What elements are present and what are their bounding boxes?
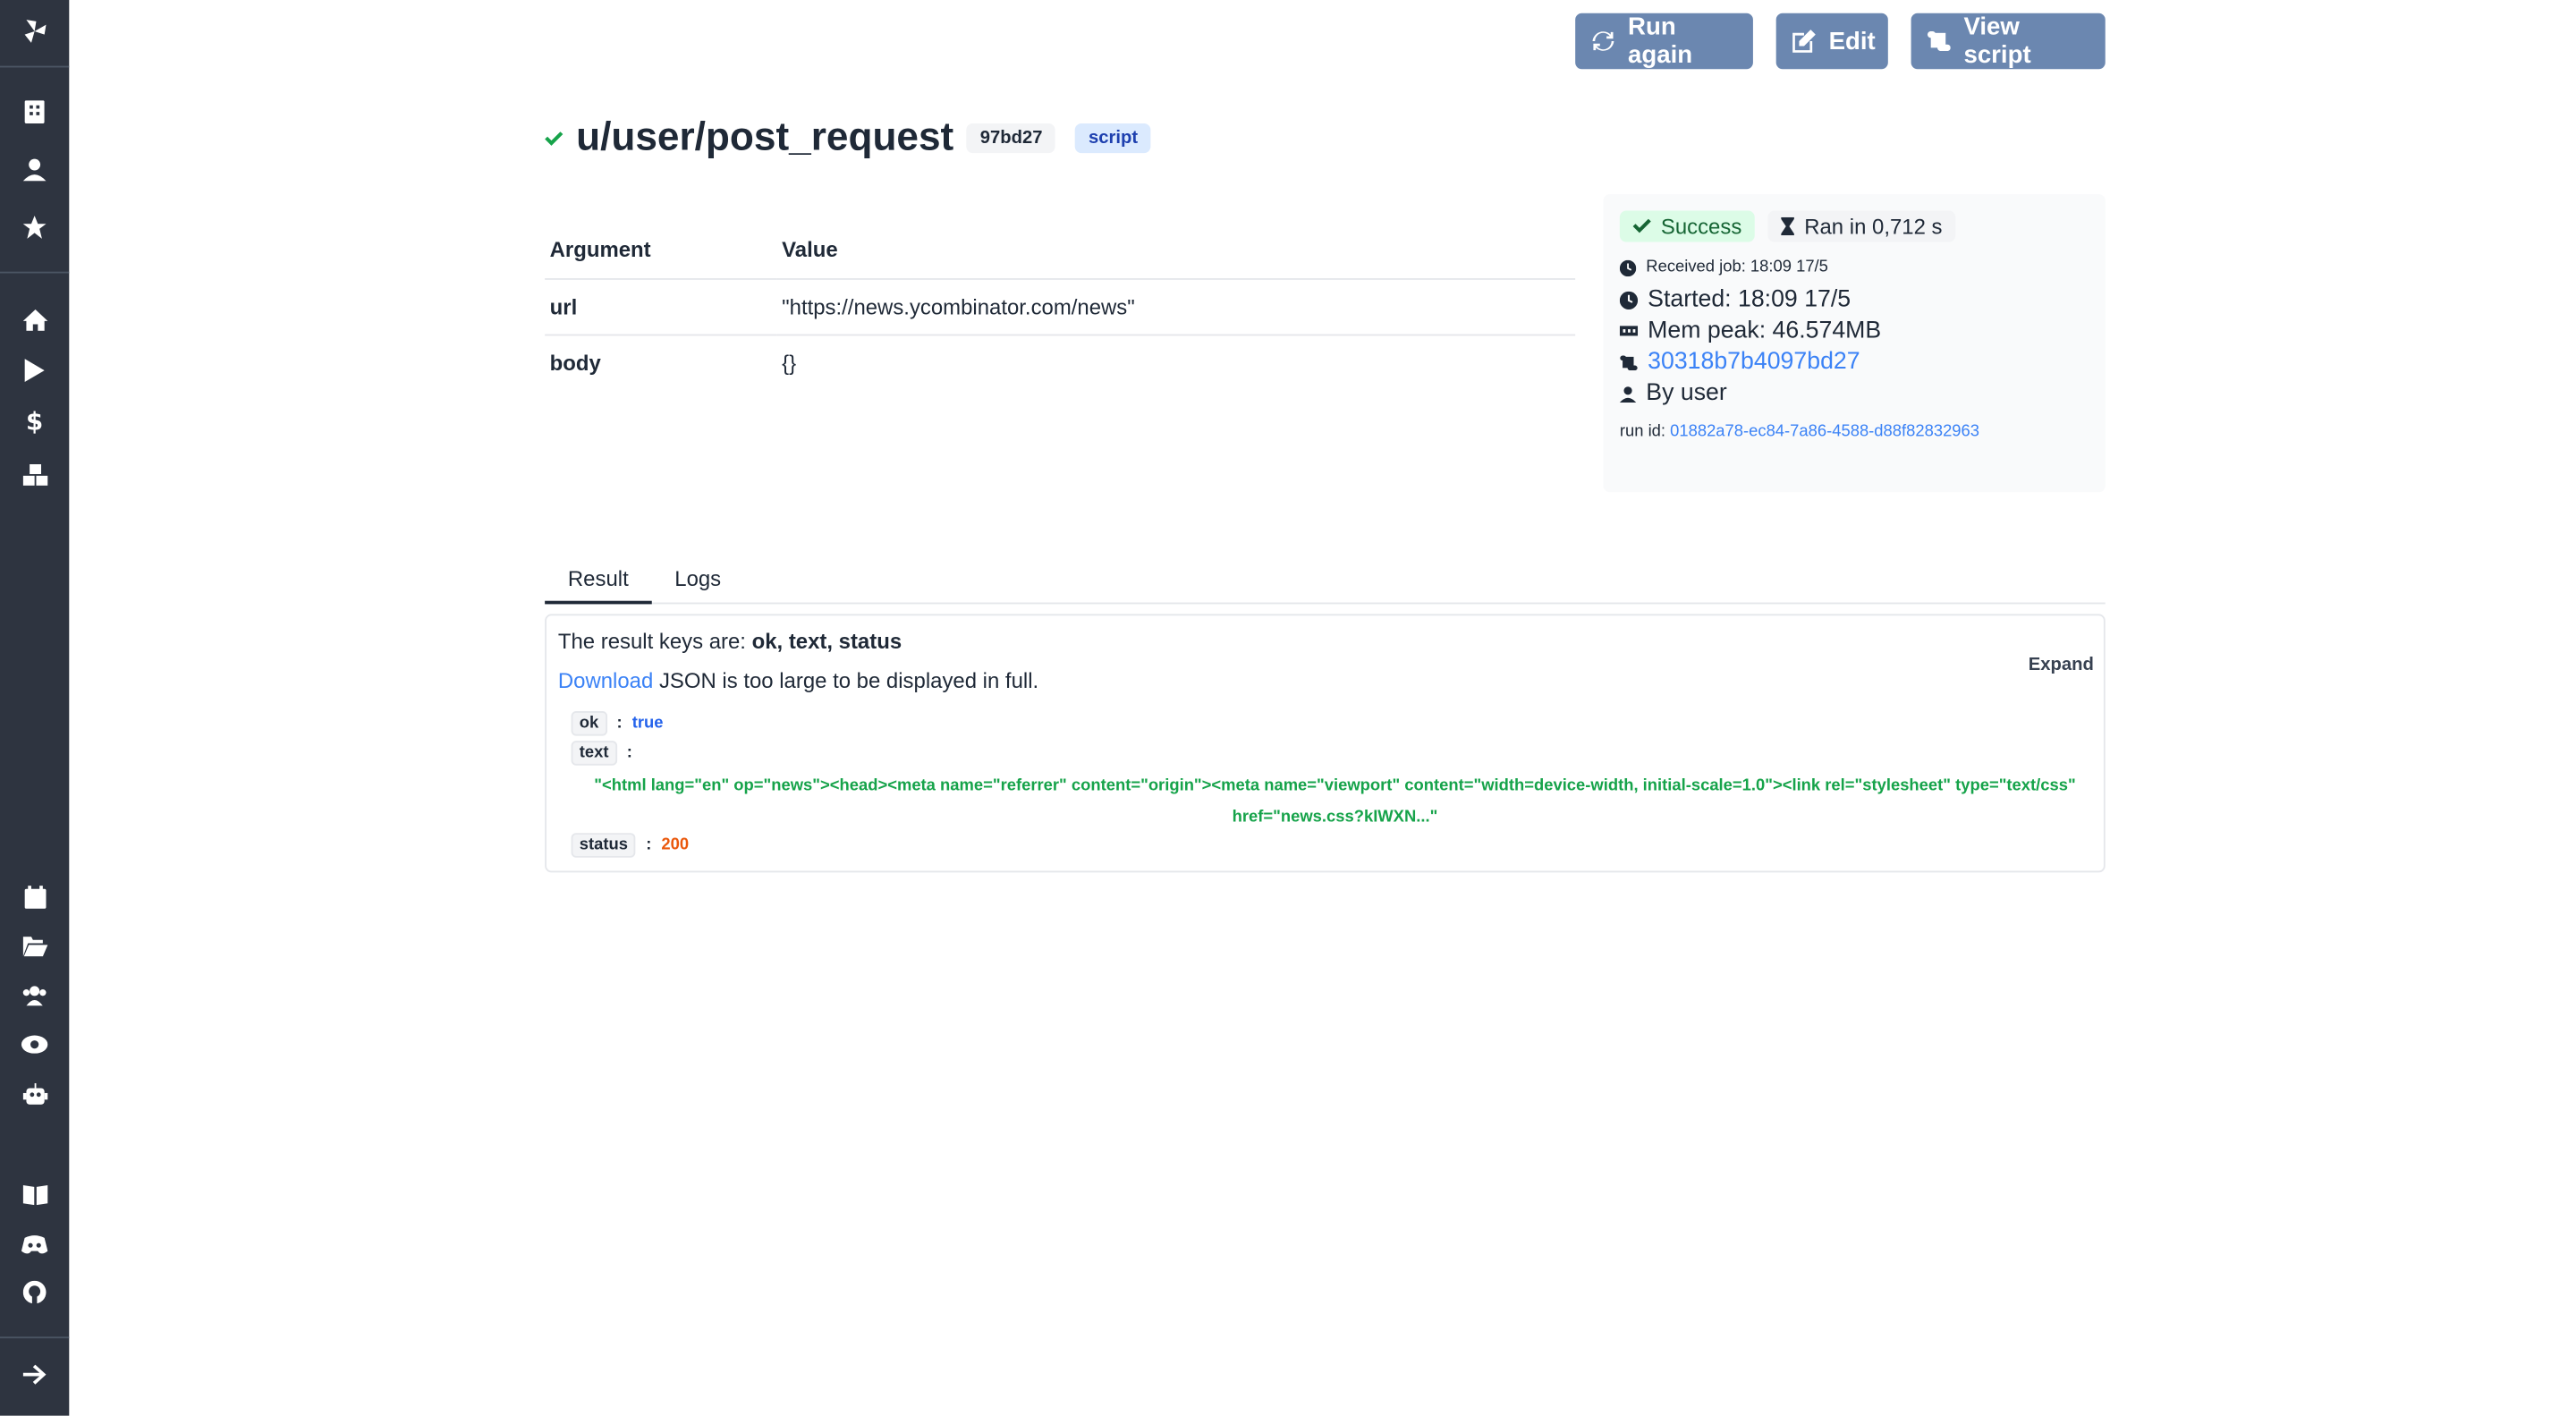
expand-button[interactable]: Expand	[2029, 655, 2094, 674]
job-path: u/user/post_request	[576, 114, 954, 160]
value-column-header: Value	[776, 226, 1576, 280]
windmill-logo-icon[interactable]	[18, 15, 51, 48]
by-text: By user	[1646, 380, 1727, 407]
run-again-label: Run again	[1628, 13, 1693, 70]
refresh-icon	[1592, 30, 1615, 53]
result-tabs: Result Logs	[545, 560, 2106, 605]
user-icon	[1619, 385, 1637, 403]
robot-icon[interactable]	[18, 1077, 51, 1110]
argument-column-header: Argument	[545, 226, 777, 280]
arg-name: url	[545, 278, 777, 336]
view-script-button[interactable]: View script	[1911, 13, 2106, 70]
json-key[interactable]: ok	[571, 711, 607, 736]
user-icon[interactable]	[18, 153, 51, 186]
duration-text: Ran in 0,712 s	[1804, 214, 1943, 239]
json-line-ok: ok : true	[571, 711, 664, 736]
hourglass-icon	[1781, 216, 1795, 236]
cubes-icon[interactable]	[18, 458, 51, 491]
expand-sidebar-arrow-icon[interactable]	[18, 1358, 51, 1391]
edit-label: Edit	[1828, 27, 1876, 55]
table-row: url "https://news.ycombinator.com/news"	[545, 278, 1576, 336]
too-large-text: JSON is too large to be displayed in ful…	[658, 668, 1039, 693]
tab-logs[interactable]: Logs	[652, 560, 744, 601]
job-kind-badge: script	[1075, 123, 1151, 154]
json-colon: :	[616, 714, 623, 733]
json-line-status: status : 200	[571, 833, 690, 858]
edit-icon	[1792, 30, 1816, 53]
json-value-bool: true	[631, 714, 664, 733]
json-value-number: 200	[661, 835, 690, 855]
clock-icon	[1619, 290, 1639, 309]
mem-row: Mem peak: 46.574MB	[1619, 318, 2089, 344]
book-icon[interactable]	[18, 1179, 51, 1212]
clock-icon	[1619, 259, 1637, 276]
job-info-panel: Success Ran in 0,712 s Received job: 18:…	[1603, 194, 2106, 493]
started-row: Started: 18:09 17/5	[1619, 286, 2089, 313]
json-colon: :	[626, 743, 632, 763]
result-keys-list: ok, text, status	[751, 628, 902, 654]
download-line: Download JSON is too large to be display…	[558, 668, 1038, 693]
run-id-link[interactable]: 01882a78-ec84-7a86-4588-d88f82832963	[1670, 423, 1979, 441]
folder-open-icon[interactable]	[18, 930, 51, 963]
table-row: body {}	[545, 335, 1575, 391]
job-hash-badge: 97bd27	[967, 123, 1056, 154]
duration-badge: Ran in 0,712 s	[1767, 210, 1956, 242]
received-row: Received job: 18:09 17/5	[1619, 258, 2089, 277]
sidebar: $	[0, 0, 70, 1416]
users-icon[interactable]	[18, 978, 51, 1011]
json-value-string: "<html lang="en" op="news"><head><meta n…	[594, 776, 2076, 827]
received-text: Received job: 18:09 17/5	[1646, 258, 1828, 277]
play-icon[interactable]	[18, 354, 51, 387]
edit-button[interactable]: Edit	[1775, 13, 1888, 70]
status-badge: Success	[1619, 210, 1756, 242]
run-id-row: run id: 01882a78-ec84-7a86-4588-d88f8283…	[1620, 423, 2089, 441]
memory-icon	[1619, 325, 1639, 338]
download-link[interactable]: Download	[558, 668, 653, 693]
calendar-icon[interactable]	[18, 881, 51, 914]
arguments-table: Argument Value url "https://news.ycombin…	[545, 226, 1576, 391]
star-icon[interactable]	[18, 211, 51, 244]
status-text: Success	[1660, 214, 1742, 239]
json-key[interactable]: text	[571, 741, 617, 766]
arg-value: "https://news.ycombinator.com/news"	[776, 278, 1576, 336]
arg-value: {}	[782, 350, 797, 376]
check-icon	[1632, 218, 1651, 234]
result-keys-line: The result keys are: ok, text, status	[558, 629, 902, 654]
eye-icon[interactable]	[18, 1027, 51, 1060]
home-icon[interactable]	[18, 303, 51, 336]
json-key[interactable]: status	[571, 833, 637, 858]
json-colon: :	[646, 835, 652, 855]
check-icon	[545, 131, 564, 146]
arg-name: body	[549, 350, 601, 376]
building-icon[interactable]	[18, 96, 51, 129]
mem-text: Mem peak: 46.574MB	[1648, 318, 1882, 344]
view-script-label: View script	[1963, 13, 2031, 70]
tab-result[interactable]: Result	[545, 560, 652, 605]
scroll-icon	[1927, 30, 1951, 52]
by-row: By user	[1619, 380, 2089, 407]
started-text: Started: 18:09 17/5	[1648, 286, 1852, 313]
run-again-button[interactable]: Run again	[1575, 13, 1753, 70]
script-hash-link[interactable]: 30318b7b4097bd27	[1648, 349, 1860, 375]
result-keys-prefix: The result keys are:	[557, 628, 746, 654]
dollar-icon[interactable]: $	[18, 405, 51, 438]
job-title-row: u/user/post_request 97bd27 script	[545, 115, 1151, 162]
github-icon[interactable]	[18, 1276, 51, 1309]
run-id-label: run id:	[1619, 422, 1666, 442]
script-hash-row[interactable]: 30318b7b4097bd27	[1620, 349, 2089, 376]
result-panel: The result keys are: ok, text, status Do…	[545, 614, 2106, 873]
scroll-icon	[1620, 354, 1638, 370]
discord-icon[interactable]	[18, 1228, 51, 1261]
json-line-text: text :	[571, 741, 632, 766]
